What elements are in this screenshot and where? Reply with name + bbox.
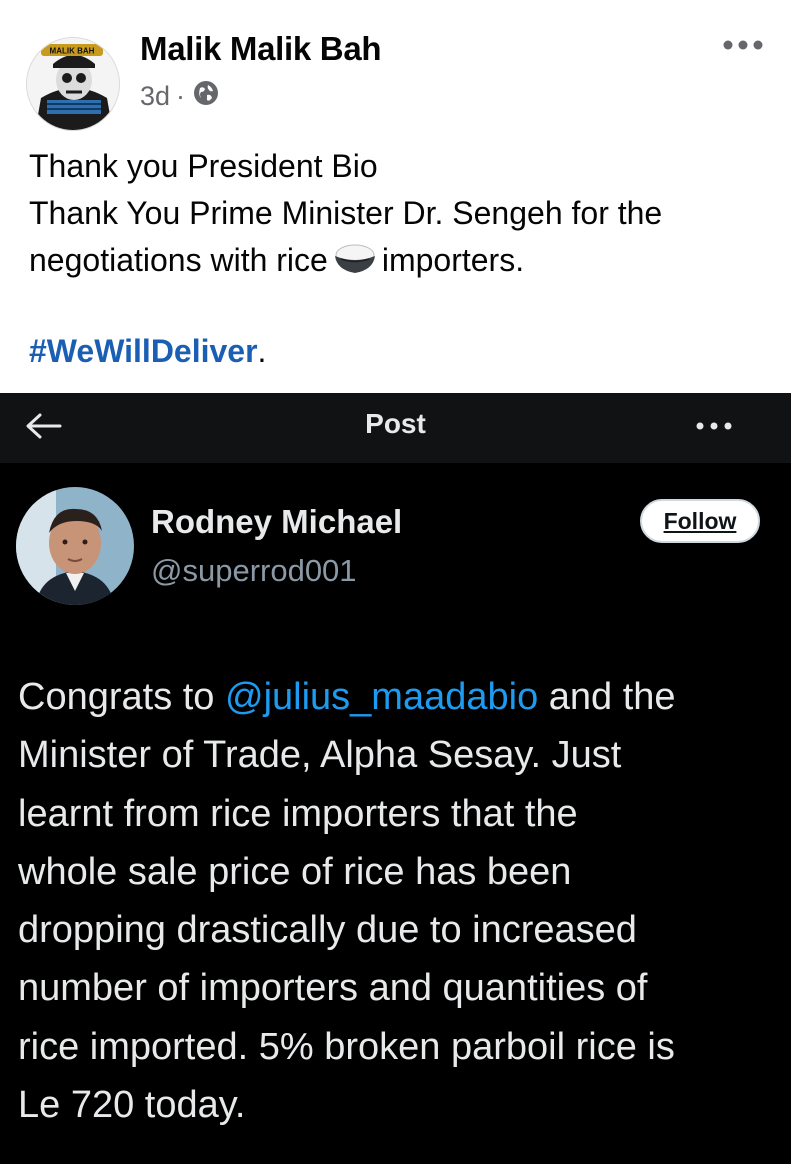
x-post-text: Congrats to @julius_maadabio and the Min… [18, 668, 778, 1134]
x-post-text-fragment: and the [538, 676, 676, 718]
post-meta: 3d · [140, 80, 219, 113]
post-text-line: Thank You Prime Minister Dr. Sengeh for … [29, 195, 663, 231]
post-text-line: negotiations with rice importers. [29, 237, 769, 284]
post-text-fragment: importers. [381, 242, 525, 278]
x-post-text-line: Minister of Trade, Alpha Sesay. Just [18, 734, 622, 777]
follow-button[interactable]: Follow [640, 499, 760, 543]
x-post-text-line: learnt from rice importers that the [18, 792, 578, 835]
author-name[interactable]: Malik Malik Bah [140, 30, 382, 68]
rice-bowl-icon [332, 242, 378, 276]
x-post-text-fragment: Congrats to [18, 676, 225, 718]
x-post-text-line: whole sale price of rice has been [18, 850, 572, 893]
avatar-logo-text: MALIK BAH [50, 47, 95, 56]
x-post-text-line: number of importers and quantities of [18, 967, 648, 1010]
meta-separator: · [176, 81, 186, 111]
x-post-header: Post [0, 393, 791, 463]
globe-icon [193, 80, 219, 113]
more-options-icon[interactable] [718, 30, 768, 60]
author-avatar[interactable]: MALIK BAH [26, 37, 120, 131]
post-timestamp[interactable]: 3d [140, 81, 170, 112]
post-text-fragment: negotiations with rice [29, 242, 328, 278]
facebook-post: MALIK BAH Malik Malik Bah 3d · Thank you… [0, 0, 791, 393]
more-horizontal-icon[interactable] [692, 414, 736, 438]
x-author-avatar[interactable] [16, 487, 134, 605]
mention-link[interactable]: @julius_maadabio [225, 676, 538, 718]
post-text-line: Thank you President Bio [29, 148, 378, 184]
x-post-header-title: Post [365, 408, 426, 439]
post-text: Thank you President Bio Thank You Prime … [29, 143, 769, 284]
x-author-handle[interactable]: @superrod001 [151, 553, 357, 589]
x-post-text-line: Congrats to @julius_maadabio and the [18, 668, 778, 726]
hashtag-link[interactable]: #WeWillDeliver [29, 333, 258, 369]
hashtag-suffix: . [257, 333, 267, 369]
embedded-x-post-screenshot: Post Rodney Michael @superrod001 Follow … [0, 393, 791, 1164]
x-author-name[interactable]: Rodney Michael [151, 503, 402, 541]
x-post-text-line: rice imported. 5% broken parboil rice is [18, 1025, 675, 1068]
hashtag-line: #WeWillDeliver. [29, 328, 266, 375]
x-post-text-line: dropping drastically due to increased [18, 909, 637, 952]
x-post-text-line: Le 720 today. [18, 1084, 246, 1127]
